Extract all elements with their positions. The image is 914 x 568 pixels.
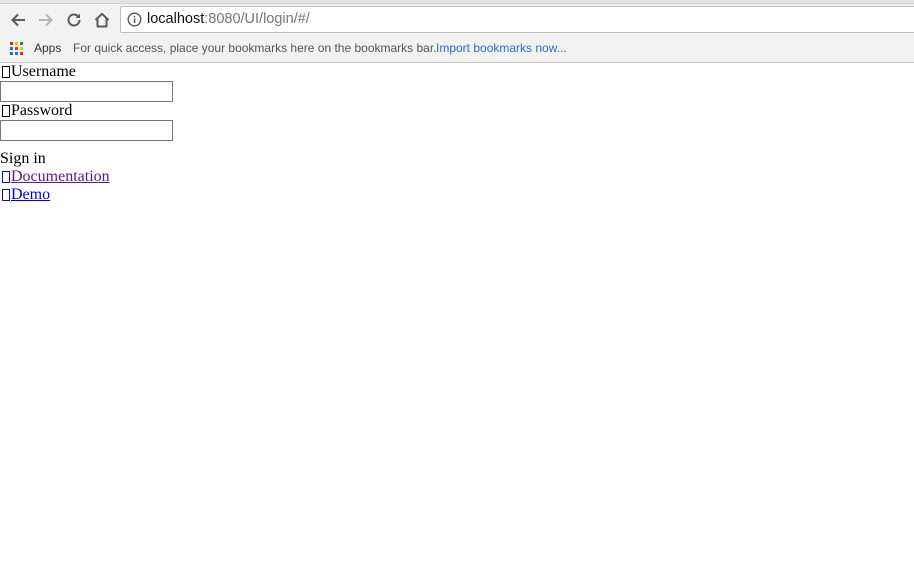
sign-in-button[interactable]: Sign in [0,150,173,168]
home-button[interactable] [88,6,116,34]
address-bar[interactable]: localhost:8080/UI/login/#/ [120,6,914,33]
login-page: Username Password Sign in Documentation … [0,63,173,204]
forward-arrow-icon [39,13,53,27]
apps-label: Apps [34,41,62,55]
demo-label: Demo [11,186,51,203]
info-icon[interactable] [127,12,142,27]
documentation-label: Documentation [11,168,110,185]
username-label: Username [11,63,76,80]
forward-button[interactable] [32,6,60,34]
demo-row: Demo [0,186,173,204]
back-button[interactable] [4,6,32,34]
back-arrow-icon [11,13,25,27]
password-label-row: Password [0,102,173,120]
url-path: :8080/UI/login/#/ [204,11,310,27]
bookmarks-hint: For quick access, place your bookmarks h… [73,41,437,55]
username-label-row: Username [0,63,173,81]
password-input[interactable] [0,120,173,141]
apps-grid-icon [10,41,23,55]
password-label: Password [11,102,73,119]
demo-link[interactable]: Demo [0,186,50,204]
browser-toolbar: localhost:8080/UI/login/#/ [0,4,914,36]
documentation-link[interactable]: Documentation [0,168,110,186]
import-bookmarks-link[interactable]: Import bookmarks now... [436,41,567,55]
url-text[interactable]: localhost:8080/UI/login/#/ [147,7,310,32]
reload-button[interactable] [60,6,88,34]
reload-icon [67,13,81,27]
lock-icon [2,105,10,117]
play-icon [2,189,10,202]
username-input[interactable] [0,81,173,102]
documentation-row: Documentation [0,168,173,186]
user-icon [2,66,10,78]
home-icon [94,12,110,28]
bookmarks-bar: Apps For quick access, place your bookma… [0,36,914,60]
apps-shortcut[interactable]: Apps [10,40,61,56]
browser-chrome: localhost:8080/UI/login/#/ Apps For quic… [0,0,914,63]
book-icon [2,171,10,184]
url-host: localhost [147,11,205,27]
